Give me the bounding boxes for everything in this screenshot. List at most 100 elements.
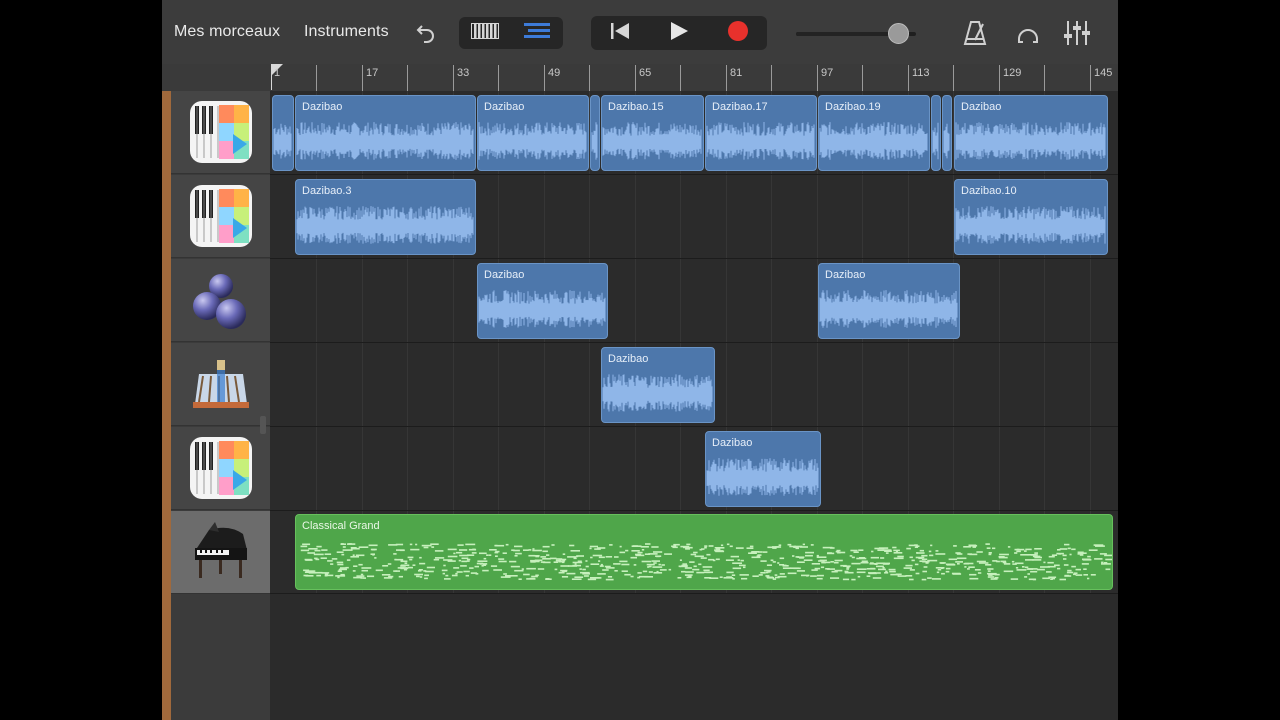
- ruler-tick: [1090, 65, 1091, 91]
- record-button[interactable]: [709, 16, 767, 50]
- audio-region[interactable]: Dazibao: [477, 263, 608, 339]
- bar-label: 81: [730, 67, 743, 79]
- region-name: Classical Grand: [302, 520, 380, 532]
- undo-icon[interactable]: [416, 22, 436, 49]
- region-name: Dazibao.17: [712, 101, 768, 113]
- audio-region[interactable]: Dazibao: [954, 95, 1108, 171]
- timeline-ruler[interactable]: 17 33 49 65 81 97 113 129 145: [270, 64, 1118, 92]
- play-button[interactable]: [650, 16, 708, 50]
- lane-divider: [270, 593, 1118, 594]
- region-name: Dazibao.3: [302, 185, 352, 197]
- record-icon: [727, 20, 749, 47]
- ruler-tick: [862, 65, 863, 91]
- audio-region-small[interactable]: [931, 95, 941, 171]
- ruler-tick: [771, 65, 772, 91]
- audio-region-small[interactable]: [942, 95, 952, 171]
- audio-region[interactable]: Dazibao: [818, 263, 960, 339]
- transport-controls: [591, 16, 767, 50]
- lane-divider: [270, 426, 1118, 427]
- region-name: Dazibao: [484, 101, 525, 113]
- track-header-1[interactable]: [171, 91, 270, 174]
- audio-region[interactable]: Dazibao.15: [601, 95, 704, 171]
- ruler-tick: [908, 65, 909, 91]
- waveform: [296, 206, 474, 244]
- my-songs-button[interactable]: Mes morceaux: [174, 23, 280, 41]
- loop-browser-icon[interactable]: [1016, 21, 1040, 50]
- tracks-list-icon: [524, 22, 550, 45]
- mixer-settings-icon[interactable]: [1062, 19, 1092, 52]
- region-name: Dazibao.19: [825, 101, 881, 113]
- ruler-tick: [817, 65, 818, 91]
- bar-label: 49: [548, 67, 561, 79]
- audio-region-small[interactable]: [590, 95, 600, 171]
- waveform: [943, 123, 950, 159]
- region-name: Dazibao: [608, 353, 649, 365]
- tracks-view-button[interactable]: [511, 17, 563, 49]
- keyboard-app-icon: [189, 185, 252, 247]
- ruler-tick: [726, 65, 727, 91]
- audio-region[interactable]: Dazibao.3: [295, 179, 476, 255]
- waveform: [273, 123, 292, 159]
- audio-region[interactable]: Dazibao: [295, 95, 476, 171]
- waveform: [602, 374, 713, 412]
- bar-label: 1: [274, 67, 281, 79]
- track-headers-edge: [162, 91, 171, 720]
- ruler-tick: [589, 65, 590, 91]
- audio-region[interactable]: Dazibao: [705, 431, 821, 507]
- bar-label: 33: [457, 67, 470, 79]
- waveform: [602, 122, 702, 160]
- metronome-icon[interactable]: [963, 20, 987, 51]
- audio-region[interactable]: Dazibao.19: [818, 95, 930, 171]
- track-header-2[interactable]: [171, 175, 270, 258]
- play-icon: [669, 21, 689, 46]
- instruments-button[interactable]: Instruments: [304, 23, 389, 41]
- ruler-tick: [316, 65, 317, 91]
- track-header-6[interactable]: [171, 511, 270, 594]
- ruler-tick: [498, 65, 499, 91]
- audio-region[interactable]: Dazibao.10: [954, 179, 1108, 255]
- instrument-view-button[interactable]: [459, 17, 511, 49]
- ruler-tick: [544, 65, 545, 91]
- bar-label: 17: [366, 67, 379, 79]
- waveform: [706, 122, 815, 160]
- track-resize-handle[interactable]: [260, 416, 266, 434]
- toolbar: Mes morceaux Instruments: [162, 0, 1118, 65]
- drum-sphere-icon: [192, 274, 246, 329]
- volume-track-fill: [796, 32, 902, 36]
- track-header-4[interactable]: [171, 343, 270, 426]
- region-name: Dazibao: [825, 269, 866, 281]
- bar-label: 145: [1094, 67, 1113, 79]
- lane-divider: [270, 342, 1118, 343]
- ruler-tick: [1044, 65, 1045, 91]
- keyboard-app-icon: [189, 437, 252, 499]
- region-name: Dazibao.10: [961, 185, 1017, 197]
- waveform: [819, 290, 958, 328]
- ruler-tick: [453, 65, 454, 91]
- audio-region[interactable]: Dazibao.17: [705, 95, 817, 171]
- bar-label: 113: [912, 67, 930, 79]
- ruler-tick: [362, 65, 363, 91]
- waveform: [932, 122, 939, 160]
- keyboard-app-icon: [189, 101, 252, 163]
- rewind-button[interactable]: [591, 16, 649, 50]
- audio-region[interactable]: Dazibao: [477, 95, 589, 171]
- waveform: [296, 122, 474, 160]
- smart-strings-icon: [192, 360, 249, 408]
- audio-region-intro[interactable]: [272, 95, 294, 171]
- audio-region[interactable]: Dazibao: [601, 347, 715, 423]
- waveform: [591, 122, 598, 160]
- bar-label: 129: [1003, 67, 1022, 79]
- waveform: [955, 122, 1106, 160]
- region-name: Dazibao: [484, 269, 525, 281]
- track-header-5[interactable]: [171, 427, 270, 510]
- lane-divider: [270, 174, 1118, 175]
- volume-knob[interactable]: [888, 23, 909, 44]
- track-header-3[interactable]: [171, 259, 270, 342]
- waveform: [706, 458, 819, 496]
- waveform: [819, 122, 928, 160]
- ruler-tick: [953, 65, 954, 91]
- midi-notes: [300, 543, 1112, 581]
- garageband-screen: Mes morceaux Instruments 17 33 49 65 81 …: [162, 0, 1118, 720]
- midi-region[interactable]: Classical Grand: [295, 514, 1113, 590]
- region-name: Dazibao: [961, 101, 1002, 113]
